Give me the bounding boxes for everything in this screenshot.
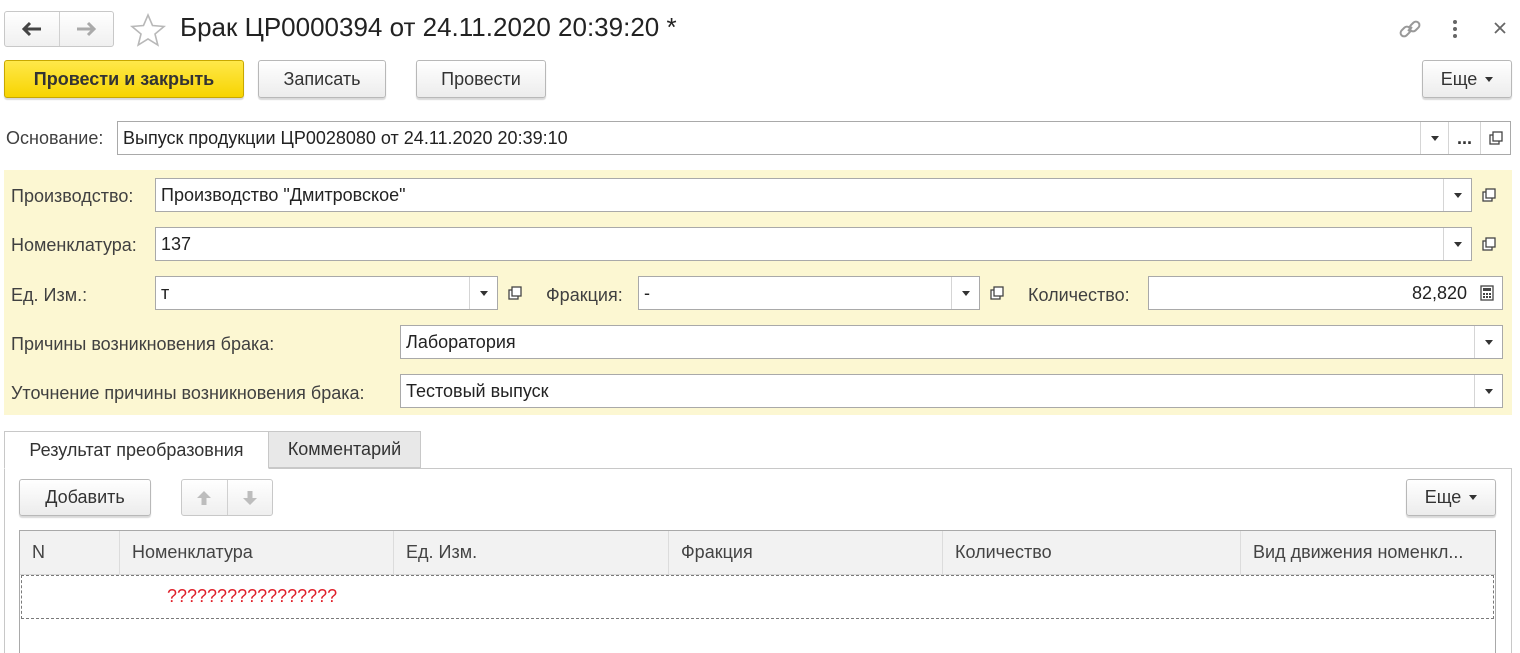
base-dropdown-button[interactable] <box>1420 122 1448 154</box>
chevron-down-icon <box>1430 135 1439 141</box>
column-header-nomenclature[interactable]: Номенклатура <box>120 531 394 574</box>
link-icon[interactable] <box>1398 17 1422 46</box>
more-label: Еще <box>1440 68 1478 89</box>
production-dropdown-button[interactable] <box>1443 179 1471 211</box>
production-value: Производство "Дмитровское" <box>161 184 406 205</box>
column-header-n[interactable]: N <box>20 531 120 574</box>
nomenclature-dropdown-button[interactable] <box>1443 228 1471 260</box>
nomenclature-open-button[interactable] <box>1474 227 1504 261</box>
unit-value: т <box>161 282 170 303</box>
fraction-field[interactable]: - <box>638 276 980 310</box>
chevron-down-icon <box>1453 241 1462 247</box>
quantity-label: Количество: <box>1028 285 1130 305</box>
tab-panel-right-border <box>1511 469 1512 653</box>
tab-panel-left-border <box>4 469 5 653</box>
tab-comment[interactable]: Комментарий <box>269 431 421 468</box>
more-menu-button[interactable]: Еще <box>1422 60 1512 98</box>
arrow-right-icon <box>77 21 97 37</box>
open-window-icon <box>990 286 1004 300</box>
navigation-buttons <box>4 11 114 47</box>
reason-detail-field[interactable]: Тестовый выпуск <box>400 374 1503 408</box>
unit-field[interactable]: т <box>155 276 498 310</box>
post-button[interactable]: Провести <box>416 60 546 98</box>
column-header-fraction[interactable]: Фракция <box>669 531 943 574</box>
base-label: Основание: <box>6 128 104 148</box>
page-title: Брак ЦР0000394 от 24.11.2020 20:39:20 * <box>180 12 677 42</box>
unit-label: Ед. Изм.: <box>11 285 88 305</box>
calculator-button[interactable] <box>1472 277 1502 309</box>
open-window-icon <box>508 286 522 300</box>
quantity-value: 82,820 <box>1411 282 1467 303</box>
table-more-label: Еще <box>1424 487 1462 507</box>
column-header-quantity[interactable]: Количество <box>943 531 1241 574</box>
favorite-star-icon[interactable] <box>129 12 167 52</box>
open-window-icon <box>1482 188 1496 202</box>
chevron-down-icon <box>961 290 970 296</box>
fraction-label: Фракция: <box>546 285 623 305</box>
chevron-down-icon <box>479 290 488 296</box>
ellipsis-icon: ... <box>1456 127 1472 148</box>
base-value: Выпуск продукции ЦР0028080 от 24.11.2020… <box>123 127 568 148</box>
production-open-button[interactable] <box>1474 178 1504 212</box>
production-field[interactable]: Производство "Дмитровское" <box>155 178 1472 212</box>
back-button[interactable] <box>5 12 59 46</box>
chevron-down-icon <box>1484 339 1493 345</box>
base-open-button[interactable] <box>1480 122 1510 154</box>
open-window-icon <box>1488 131 1503 145</box>
save-button[interactable]: Записать <box>258 60 386 98</box>
nomenclature-field[interactable]: 137 <box>155 227 1472 261</box>
unit-open-button[interactable] <box>500 276 530 310</box>
reason-value: Лаборатория <box>406 331 516 352</box>
more-vertical-icon[interactable] <box>1450 18 1460 45</box>
chevron-down-icon <box>1484 388 1493 394</box>
reason-detail-value: Тестовый выпуск <box>406 380 549 401</box>
reason-detail-dropdown-button[interactable] <box>1474 375 1502 407</box>
fraction-open-button[interactable] <box>982 276 1012 310</box>
chevron-down-icon <box>1485 76 1494 82</box>
production-label: Производство: <box>11 186 134 206</box>
quantity-field[interactable]: 82,820 <box>1148 276 1503 310</box>
move-buttons <box>181 479 273 516</box>
reason-dropdown-button[interactable] <box>1474 326 1502 358</box>
arrow-left-icon <box>21 21 41 37</box>
chevron-down-icon <box>1453 192 1462 198</box>
reason-detail-label: Уточнение причины возникновения брака: <box>11 383 365 403</box>
open-window-icon <box>1482 237 1496 251</box>
reason-label: Причины возникновения брака: <box>11 334 275 354</box>
unit-dropdown-button[interactable] <box>469 277 497 309</box>
row-nomenclature-cell[interactable]: ????????????????? <box>167 586 337 607</box>
column-header-unit[interactable]: Ед. Изм. <box>394 531 669 574</box>
forward-button[interactable] <box>58 12 114 46</box>
arrow-up-icon <box>197 490 212 505</box>
nomenclature-label: Номенклатура: <box>11 235 137 255</box>
fraction-dropdown-button[interactable] <box>951 277 979 309</box>
add-row-button[interactable]: Добавить <box>19 479 151 516</box>
calculator-icon <box>1480 285 1494 301</box>
result-table: N Номенклатура Ед. Изм. Фракция Количест… <box>19 530 1496 653</box>
table-header: N Номенклатура Ед. Изм. Фракция Количест… <box>20 531 1495 575</box>
post-and-close-button[interactable]: Провести и закрыть <box>4 60 244 98</box>
table-more-menu-button[interactable]: Еще <box>1406 479 1496 516</box>
move-down-button[interactable] <box>226 480 273 515</box>
reason-field[interactable]: Лаборатория <box>400 325 1503 359</box>
tab-result[interactable]: Результат преобразовния <box>4 431 269 469</box>
column-header-movement-type[interactable]: Вид движения номенкл... <box>1241 531 1495 574</box>
close-icon[interactable] <box>1492 20 1508 41</box>
table-row[interactable]: ????????????????? <box>21 575 1494 619</box>
nomenclature-value: 137 <box>161 233 192 254</box>
chevron-down-icon <box>1469 495 1478 500</box>
base-field[interactable]: Выпуск продукции ЦР0028080 от 24.11.2020… <box>117 121 1511 155</box>
fraction-value: - <box>644 282 650 303</box>
arrow-down-icon <box>242 490 257 505</box>
base-choose-button[interactable]: ... <box>1448 122 1480 154</box>
move-up-button[interactable] <box>182 480 227 515</box>
